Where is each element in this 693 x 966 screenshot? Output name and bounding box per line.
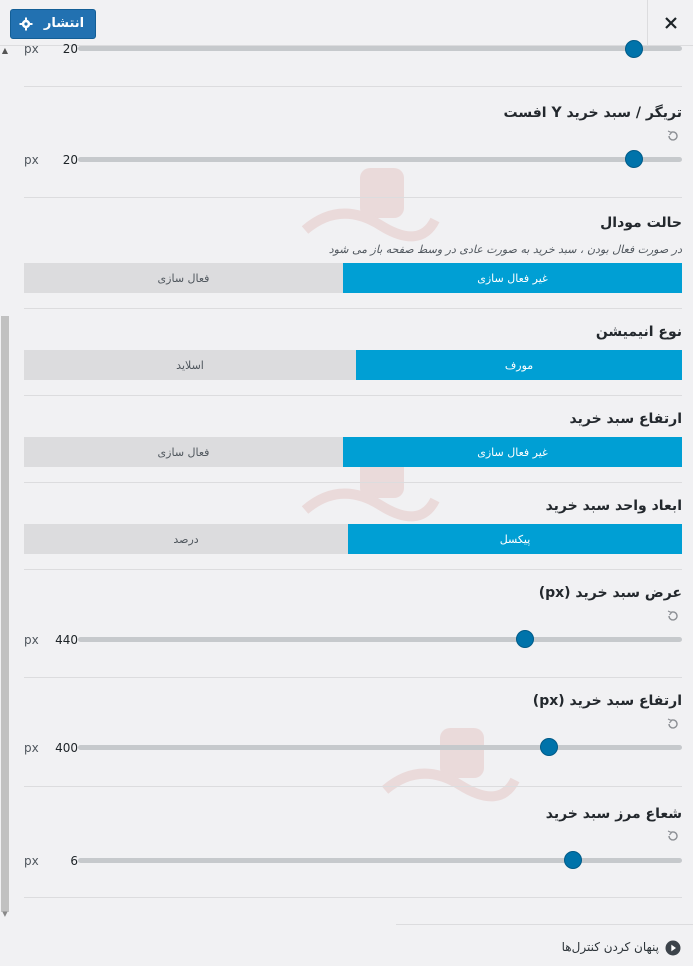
- close-icon[interactable]: [664, 16, 678, 30]
- section-title: تریگر / سبد خرید Y افست: [503, 105, 682, 121]
- option-slide[interactable]: اسلاید: [24, 350, 356, 380]
- publish-label: انتشار: [43, 16, 85, 31]
- reset-icon[interactable]: [666, 129, 680, 143]
- unit-label: px: [24, 42, 39, 56]
- unit-label: px: [24, 854, 39, 868]
- border-radius-section: شعاع مرز سبد خرید px 6: [24, 787, 682, 898]
- cart-unit-toggle: درصد پیکسل: [24, 524, 682, 554]
- cart-height-section: ارتفاع سبد خرید (px) px 400: [24, 678, 682, 787]
- scroll-up-icon[interactable]: ▲: [0, 46, 10, 58]
- close-button[interactable]: [647, 0, 693, 46]
- slider-value[interactable]: 400: [48, 741, 78, 755]
- gear-icon[interactable]: [19, 15, 33, 33]
- customizer-footer: پنهان کردن کنترل‌ها: [396, 924, 693, 966]
- slider-handle[interactable]: [564, 851, 583, 869]
- option-disable[interactable]: غیر فعال سازی: [343, 263, 682, 293]
- unit-label: px: [24, 153, 39, 167]
- trigger-y-offset-section: تریگر / سبد خرید Y افست px 20: [24, 87, 682, 198]
- customizer-header: انتشار: [0, 0, 693, 46]
- unit-label: px: [24, 633, 39, 647]
- slider-track[interactable]: [78, 46, 682, 51]
- slider-track[interactable]: [78, 637, 682, 642]
- slider-track[interactable]: [78, 858, 682, 863]
- section-title: عرض سبد خرید (px): [538, 585, 682, 601]
- animation-type-section: نوع انیمیشن اسلاید مورف: [24, 309, 682, 396]
- slider-value[interactable]: 20: [54, 153, 78, 167]
- modal-mode-section: حالت مودال در صورت فعال بودن ، سبد خرید …: [24, 198, 682, 309]
- play-icon[interactable]: [665, 940, 681, 956]
- section-title: ابعاد واحد سبد خرید: [545, 498, 682, 514]
- modal-mode-toggle: فعال سازی غیر فعال سازی: [24, 263, 682, 293]
- section-title: ارتفاع سبد خرید: [569, 411, 682, 427]
- section-title: نوع انیمیشن: [595, 324, 682, 340]
- top-slider-section: px 20: [24, 40, 682, 87]
- slider-value[interactable]: 20: [54, 42, 78, 56]
- slider-track[interactable]: [78, 157, 682, 162]
- publish-button[interactable]: انتشار: [10, 9, 96, 39]
- section-description: در صورت فعال بودن ، سبد خرید به صورت عاد…: [328, 243, 682, 256]
- unit-label: px: [24, 741, 39, 755]
- cart-height-toggle-section: ارتفاع سبد خرید فعال سازی غیر فعال سازی: [24, 396, 682, 483]
- slider-handle[interactable]: [540, 738, 559, 756]
- slider-handle[interactable]: [515, 630, 534, 648]
- option-enable[interactable]: فعال سازی: [24, 263, 343, 293]
- option-disable[interactable]: غیر فعال سازی: [343, 437, 682, 467]
- reset-icon[interactable]: [666, 609, 680, 623]
- animation-type-toggle: اسلاید مورف: [24, 350, 682, 380]
- slider-track[interactable]: [78, 745, 682, 750]
- scrollbar[interactable]: ▲ ▼: [0, 46, 10, 926]
- cart-width-section: عرض سبد خرید (px) px 440: [24, 570, 682, 678]
- cart-height-toggle: فعال سازی غیر فعال سازی: [24, 437, 682, 467]
- option-pixel[interactable]: پیکسل: [348, 524, 682, 554]
- slider-value[interactable]: 6: [54, 854, 78, 868]
- slider-handle[interactable]: [624, 150, 643, 168]
- reset-icon[interactable]: [666, 717, 680, 731]
- scrollbar-thumb[interactable]: [1, 316, 9, 912]
- scroll-down-icon[interactable]: ▼: [0, 910, 10, 922]
- option-morph[interactable]: مورف: [356, 350, 682, 380]
- cart-unit-section: ابعاد واحد سبد خرید درصد پیکسل: [24, 483, 682, 570]
- section-title: شعاع مرز سبد خرید: [545, 806, 682, 822]
- option-enable[interactable]: فعال سازی: [24, 437, 343, 467]
- slider-value[interactable]: 440: [48, 633, 78, 647]
- section-title: حالت مودال: [600, 215, 682, 231]
- option-percent[interactable]: درصد: [24, 524, 348, 554]
- hide-controls-link[interactable]: پنهان کردن کنترل‌ها: [562, 940, 659, 954]
- slider-handle[interactable]: [624, 40, 643, 58]
- section-title: ارتفاع سبد خرید (px): [532, 693, 682, 709]
- reset-icon[interactable]: [666, 829, 680, 843]
